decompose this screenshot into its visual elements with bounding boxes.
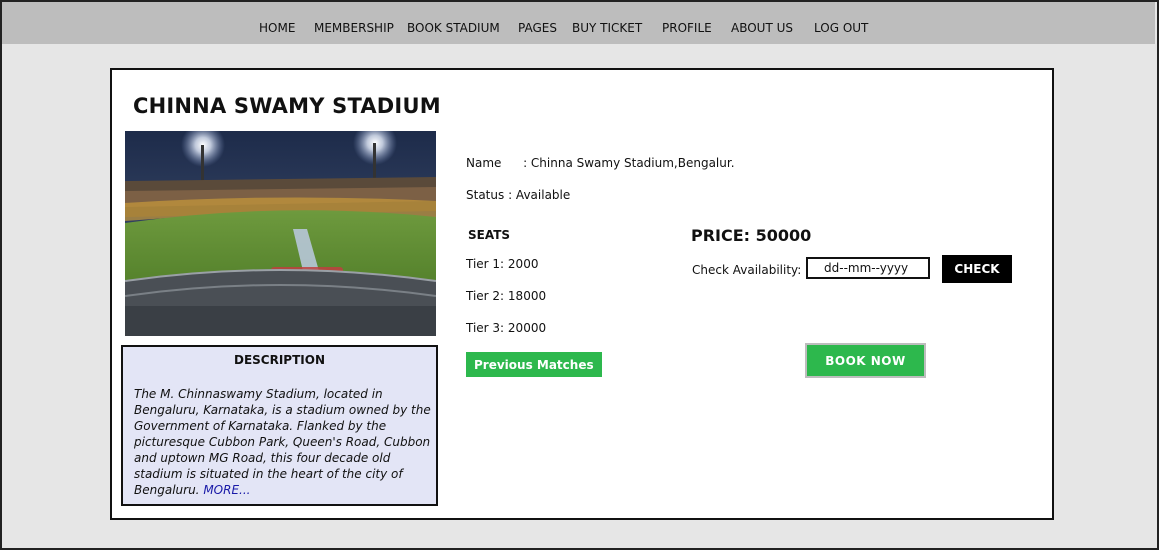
check-availability-label: Check Availability: (692, 263, 802, 277)
book-now-button[interactable]: BOOK NOW (805, 343, 926, 378)
nav-home[interactable]: HOME (259, 21, 295, 35)
status-label: Status (466, 188, 505, 202)
date-input[interactable] (806, 257, 930, 279)
tier2-seats: Tier 2: 18000 (466, 289, 547, 303)
status-row: Status : Available (466, 188, 570, 202)
seats-heading: SEATS (468, 228, 511, 242)
nav-about-us[interactable]: ABOUT US (731, 21, 793, 35)
description-box: DESCRIPTION The M. Chinnaswamy Stadium, … (121, 345, 438, 506)
status-value: : Available (508, 188, 571, 202)
price-label: PRICE: 50000 (691, 226, 812, 245)
stadium-image (125, 131, 436, 336)
name-row: Name : Chinna Swamy Stadium,Bengalur. (466, 156, 735, 170)
nav-pages[interactable]: PAGES (518, 21, 557, 35)
stadium-photo (125, 131, 436, 336)
description-body: The M. Chinnaswamy Stadium, located in B… (134, 387, 431, 497)
name-value: : Chinna Swamy Stadium,Bengalur. (523, 156, 735, 170)
tier1-seats: Tier 1: 2000 (466, 257, 539, 271)
nav-buy-ticket[interactable]: BUY TICKET (572, 21, 642, 35)
nav-log-out[interactable]: LOG OUT (814, 21, 868, 35)
description-heading: DESCRIPTION (233, 353, 325, 367)
more-link[interactable]: MORE... (203, 483, 250, 497)
top-nav: HOME MEMBERSHIP BOOK STADIUM PAGES BUY T… (2, 2, 1155, 44)
nav-profile[interactable]: PROFILE (662, 21, 712, 35)
stadium-card: CHINNA SWAMY STADIUM DESCRIPTION The M. … (110, 68, 1054, 520)
description-text: The M. Chinnaswamy Stadium, located in B… (134, 386, 432, 498)
name-label: Name (466, 156, 502, 170)
tier3-seats: Tier 3: 20000 (466, 321, 547, 335)
page-title: CHINNA SWAMY STADIUM (133, 94, 441, 118)
check-button[interactable]: CHECK (942, 255, 1012, 283)
previous-matches-button[interactable]: Previous Matches (466, 352, 602, 377)
nav-book-stadium[interactable]: BOOK STADIUM (407, 21, 500, 35)
nav-membership[interactable]: MEMBERSHIP (314, 21, 394, 35)
